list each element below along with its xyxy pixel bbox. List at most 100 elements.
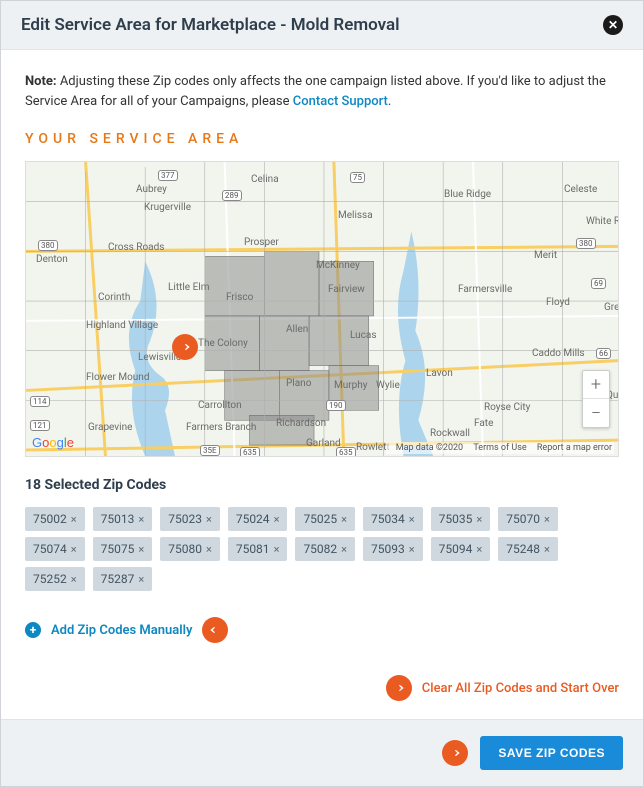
map-city-label: Richardson bbox=[276, 418, 326, 429]
zip-chip: 75023× bbox=[160, 507, 220, 531]
map-city-label: Aubrey bbox=[136, 184, 167, 195]
remove-chip-icon[interactable]: × bbox=[341, 543, 347, 556]
map-city-label: Krugerville bbox=[144, 202, 191, 213]
zip-chip: 75082 × bbox=[295, 537, 355, 561]
arrow-right-icon bbox=[442, 740, 468, 766]
zip-chip: 75080 × bbox=[160, 537, 220, 561]
map-city-label: Celina bbox=[251, 174, 279, 185]
remove-chip-icon[interactable]: × bbox=[274, 543, 280, 556]
zip-chip-label: 75035 bbox=[439, 512, 473, 526]
remove-chip-icon[interactable]: × bbox=[206, 513, 212, 526]
zip-chip: 75070 × bbox=[498, 507, 558, 531]
plus-icon[interactable]: + bbox=[25, 622, 41, 638]
arrow-right-icon bbox=[386, 675, 412, 701]
map-city-label: Flower Mound bbox=[86, 372, 149, 383]
map-city-label: Blue Ridge bbox=[444, 189, 491, 200]
map-city-label: White Rock bbox=[586, 216, 619, 227]
map-city-label: Plano bbox=[286, 378, 311, 389]
remove-chip-icon[interactable]: × bbox=[71, 513, 77, 526]
zip-chip-label: 75013 bbox=[101, 512, 135, 526]
remove-chip-icon[interactable]: × bbox=[71, 573, 77, 586]
route-badge: 380 bbox=[38, 240, 58, 251]
remove-chip-icon[interactable]: × bbox=[409, 513, 415, 526]
remove-chip-icon[interactable]: × bbox=[138, 513, 144, 526]
map-city-label: Allen bbox=[286, 324, 308, 335]
map-city-label: Denton bbox=[36, 254, 68, 265]
map-terms-link[interactable]: Terms of Use bbox=[473, 443, 526, 453]
remove-chip-icon[interactable]: × bbox=[476, 543, 482, 556]
remove-chip-icon[interactable]: × bbox=[71, 543, 77, 556]
map-city-label: Greenvill bbox=[604, 302, 619, 313]
map-city-label: Farmers Branch bbox=[186, 422, 256, 433]
contact-support-link[interactable]: Contact Support bbox=[293, 94, 388, 109]
map-city-label: Rockwall bbox=[430, 428, 470, 439]
remove-chip-icon[interactable]: × bbox=[206, 543, 212, 556]
route-badge: 69 bbox=[591, 278, 606, 289]
map-city-label: Farmersville bbox=[458, 284, 512, 295]
map-city-label: Garland bbox=[306, 438, 341, 449]
map-city-label: The Colony bbox=[198, 338, 248, 349]
zoom-out-button[interactable]: − bbox=[583, 399, 609, 427]
zip-chip: 75024× bbox=[228, 507, 288, 531]
remove-chip-icon[interactable]: × bbox=[409, 543, 415, 556]
route-badge: 75 bbox=[350, 172, 365, 183]
edit-service-area-modal: Edit Service Area for Marketplace - Mold… bbox=[0, 0, 644, 787]
note-label: Note: bbox=[25, 74, 57, 89]
map-city-label: Floyd bbox=[546, 297, 570, 308]
map-city-label: Fairview bbox=[328, 284, 365, 295]
google-logo: Google bbox=[32, 435, 74, 450]
remove-chip-icon[interactable]: × bbox=[138, 543, 144, 556]
zip-chip: 75081× bbox=[228, 537, 288, 561]
zip-chip-label: 75070 bbox=[506, 512, 540, 526]
map-city-label: Celeste bbox=[564, 184, 597, 195]
service-area-map[interactable]: Aubrey Celina Krugerville Blue Ridge Celeste… bbox=[25, 161, 619, 457]
route-badge: 114 bbox=[30, 396, 50, 407]
map-city-label: Prosper bbox=[244, 237, 279, 248]
zip-chip: 75013× bbox=[93, 507, 153, 531]
zip-chip-label: 75093 bbox=[371, 542, 405, 556]
zip-chip: 75093 × bbox=[363, 537, 423, 561]
zip-chip-label: 75080 bbox=[168, 542, 202, 556]
zip-chip: 75034 × bbox=[363, 507, 423, 531]
clear-zip-row: Clear All Zip Codes and Start Over bbox=[25, 675, 619, 701]
route-badge: 289 bbox=[222, 190, 242, 201]
route-badge: 635 bbox=[240, 447, 260, 457]
remove-chip-icon[interactable]: × bbox=[341, 513, 347, 526]
zip-chip: 75252× bbox=[25, 567, 85, 591]
section-title: YOUR SERVICE AREA bbox=[25, 131, 619, 147]
zoom-in-button[interactable]: + bbox=[583, 371, 609, 399]
map-city-label: Corinth bbox=[98, 292, 130, 303]
remove-chip-icon[interactable]: × bbox=[274, 513, 280, 526]
remove-chip-icon[interactable]: × bbox=[476, 513, 482, 526]
arrow-left-icon bbox=[202, 617, 228, 643]
clear-all-link[interactable]: Clear All Zip Codes and Start Over bbox=[422, 681, 619, 696]
zip-chip-list: 75002×75013×75023×75024×75025×75034×7503… bbox=[25, 507, 619, 591]
map-city-label: Highland Village bbox=[86, 320, 158, 331]
zip-chip: 75248 × bbox=[498, 537, 558, 561]
modal-footer: SAVE ZIP CODES bbox=[1, 719, 643, 786]
modal-header: Edit Service Area for Marketplace - Mold… bbox=[1, 1, 643, 50]
map-city-label: Fate bbox=[474, 418, 493, 429]
zip-chip-label: 75094 bbox=[439, 542, 473, 556]
zip-chip-label: 75248 bbox=[506, 542, 540, 556]
zoom-control: + − bbox=[582, 370, 610, 428]
add-zip-link[interactable]: Add Zip Codes Manually bbox=[51, 623, 192, 638]
add-zip-row: + Add Zip Codes Manually bbox=[25, 617, 619, 643]
remove-chip-icon[interactable]: × bbox=[544, 543, 550, 556]
zip-chip-label: 75075 bbox=[101, 542, 135, 556]
map-report-link[interactable]: Report a map error bbox=[537, 443, 612, 453]
modal-body: Note: Adjusting these Zip codes only aff… bbox=[1, 50, 643, 719]
zip-chip-label: 75034 bbox=[371, 512, 405, 526]
map-city-label: Murphy bbox=[334, 380, 368, 391]
remove-chip-icon[interactable]: × bbox=[544, 513, 550, 526]
zip-chip-label: 75082 bbox=[303, 542, 337, 556]
route-badge: 377 bbox=[158, 170, 178, 181]
zip-chip-label: 75074 bbox=[33, 542, 67, 556]
map-city-label: Melissa bbox=[338, 210, 373, 221]
save-zip-codes-button[interactable]: SAVE ZIP CODES bbox=[480, 736, 623, 770]
route-badge: 35E bbox=[200, 445, 220, 456]
zip-chip: 75074 × bbox=[25, 537, 85, 561]
close-button[interactable]: ✕ bbox=[603, 15, 623, 35]
note-after: . bbox=[388, 94, 391, 109]
remove-chip-icon[interactable]: × bbox=[138, 573, 144, 586]
